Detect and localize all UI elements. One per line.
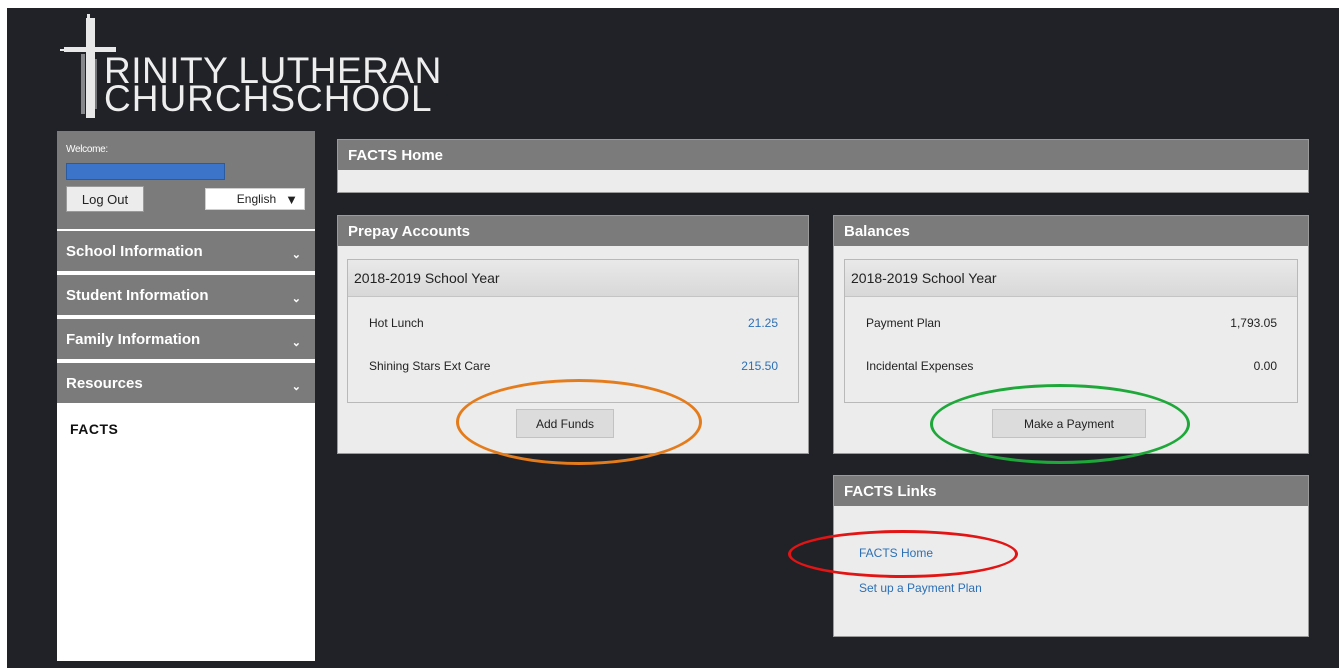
chevron-down-icon: ⌄ xyxy=(291,381,301,393)
balances-row-value: 0.00 xyxy=(1253,359,1277,373)
chevron-down-icon: ⌄ xyxy=(291,293,301,305)
page-title-panel: FACTS Home xyxy=(337,139,1309,193)
sidebar-item-resources[interactable]: Resources ⌄ xyxy=(57,361,315,403)
sidebar-item-school-information[interactable]: School Information ⌄ xyxy=(57,229,315,271)
logout-button[interactable]: Log Out xyxy=(66,186,144,212)
school-logo: RINITY LUTHERAN CHURCHSCHOOL xyxy=(60,14,441,124)
sidebar-item-label: School Information xyxy=(66,242,203,260)
balances-header: Balances xyxy=(834,216,1308,246)
balances-row-label: Payment Plan xyxy=(866,316,941,330)
balances-year-box: 2018-2019 School Year Payment Plan 1,793… xyxy=(844,259,1298,403)
sidebar-item-facts[interactable]: FACTS xyxy=(70,421,118,437)
welcome-label: Welcome: xyxy=(66,144,108,155)
balances-row-value: 1,793.05 xyxy=(1230,316,1277,330)
dropdown-arrow-icon: ▼ xyxy=(285,191,298,207)
logo-line2: CHURCHSCHOOL xyxy=(104,78,433,119)
prepay-row-label: Hot Lunch xyxy=(369,316,424,330)
prepay-row-value[interactable]: 21.25 xyxy=(748,316,778,330)
language-select[interactable]: English ▼ xyxy=(205,188,305,210)
sidebar-item-family-information[interactable]: Family Information ⌄ xyxy=(57,317,315,359)
sidebar-item-label: Resources xyxy=(66,374,143,392)
language-value: English xyxy=(236,192,277,206)
facts-links-header: FACTS Links xyxy=(834,476,1308,506)
balances-year-label: 2018-2019 School Year xyxy=(845,260,1297,297)
welcome-box: Welcome: Log Out English ▼ xyxy=(57,131,315,229)
highlight-circle-red xyxy=(788,530,1018,578)
sidebar-item-student-information[interactable]: Student Information ⌄ xyxy=(57,273,315,315)
prepay-year-label: 2018-2019 School Year xyxy=(348,260,798,297)
link-setup-payment-plan[interactable]: Set up a Payment Plan xyxy=(859,581,982,595)
prepay-accounts-header: Prepay Accounts xyxy=(338,216,808,246)
highlight-circle-green xyxy=(930,384,1190,464)
chevron-down-icon: ⌄ xyxy=(291,337,301,349)
highlight-circle-orange xyxy=(456,379,702,465)
prepay-row-value[interactable]: 215.50 xyxy=(741,359,778,373)
user-name-redacted xyxy=(66,163,225,180)
sidebar: Welcome: Log Out English ▼ School Inform… xyxy=(57,131,315,661)
sidebar-item-label: Student Information xyxy=(66,286,209,304)
sidebar-item-label: Family Information xyxy=(66,330,201,348)
chevron-down-icon: ⌄ xyxy=(291,249,301,261)
prepay-row-label: Shining Stars Ext Care xyxy=(369,359,491,373)
page-title: FACTS Home xyxy=(338,140,1308,170)
balances-row-label: Incidental Expenses xyxy=(866,359,974,373)
